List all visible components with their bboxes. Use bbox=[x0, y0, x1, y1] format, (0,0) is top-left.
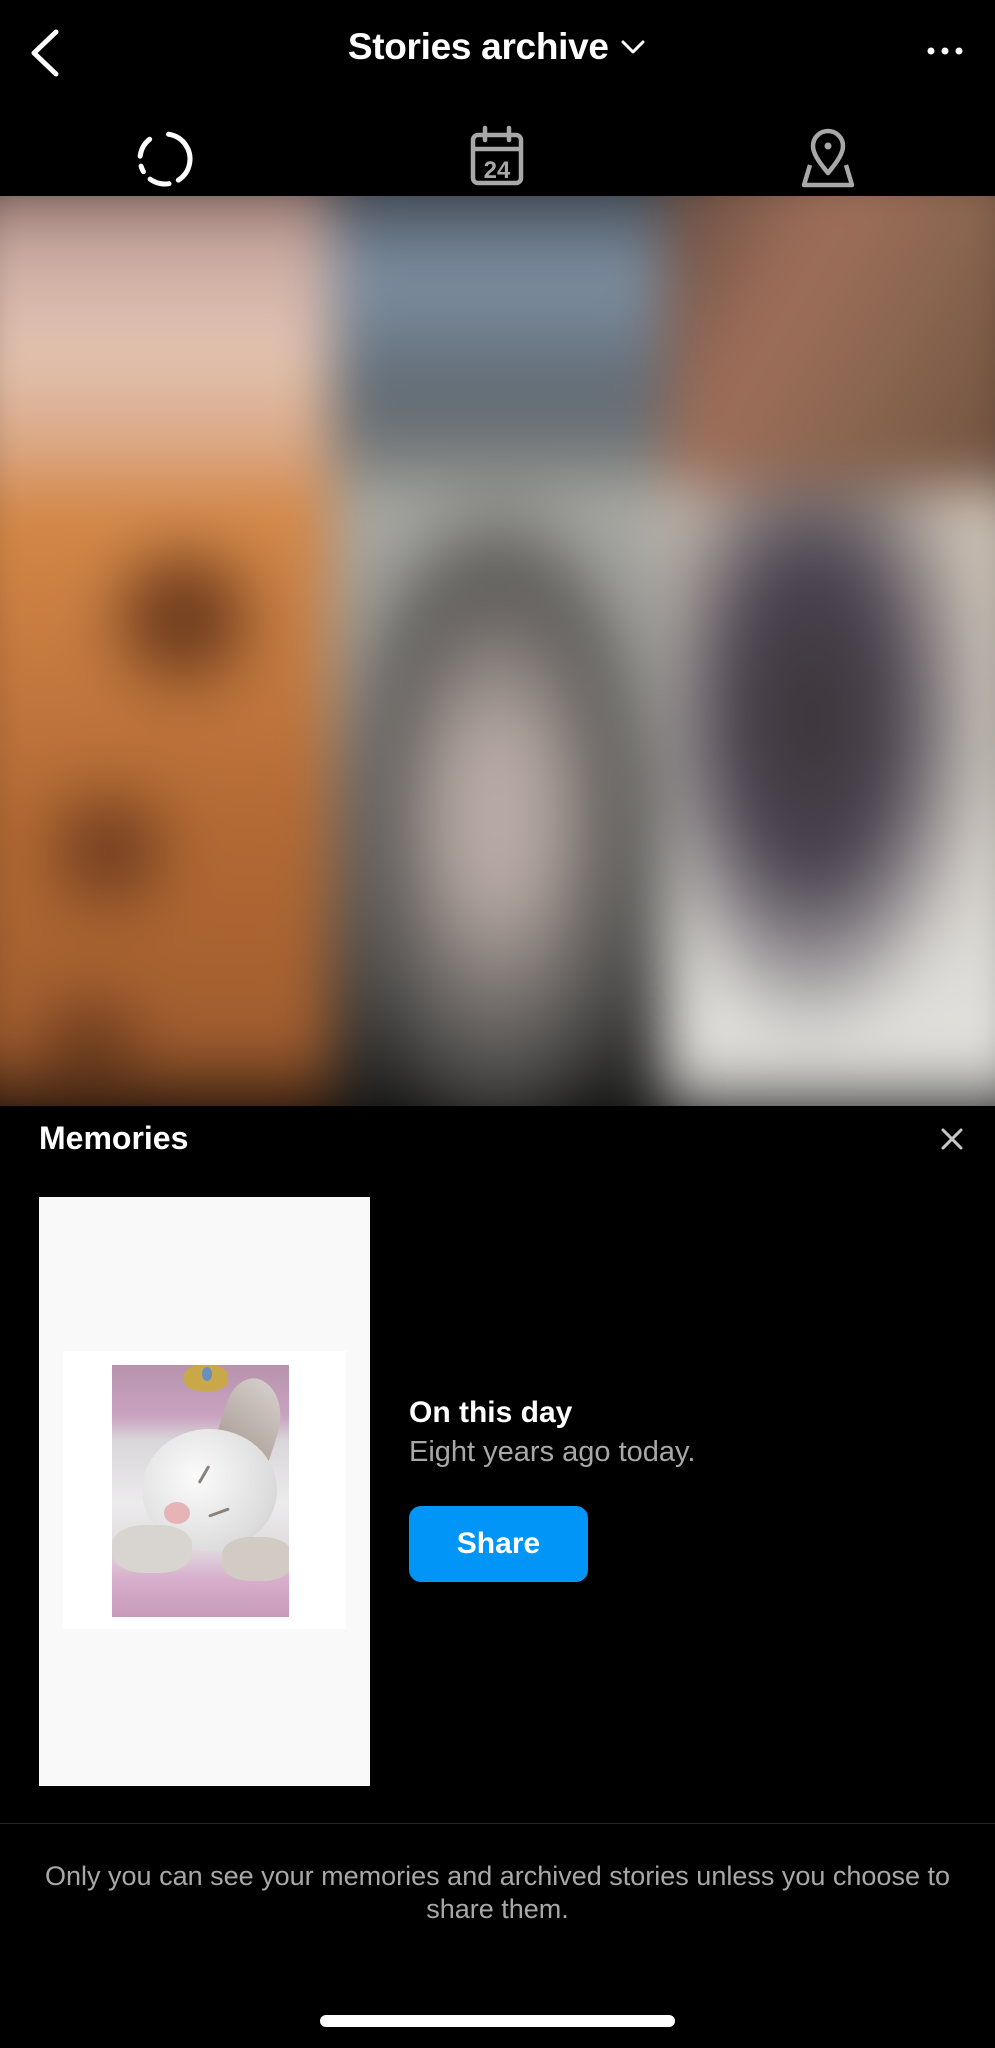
section-divider bbox=[0, 1823, 995, 1824]
memory-photo-frame bbox=[63, 1351, 346, 1629]
memory-subtitle: Eight years ago today. bbox=[409, 1436, 696, 1468]
memory-story-preview[interactable] bbox=[39, 1197, 370, 1786]
dashed-circle-icon bbox=[137, 131, 193, 187]
memory-photo-sleeping-cat bbox=[112, 1365, 289, 1617]
tab-calendar[interactable]: 24 bbox=[462, 125, 532, 189]
memories-section: Memories On this day Eight years ago tod… bbox=[0, 1106, 995, 1826]
calendar-day-label: 24 bbox=[484, 157, 511, 184]
archived-story-thumbnail[interactable] bbox=[664, 196, 995, 486]
dismiss-memories-button[interactable] bbox=[937, 1124, 967, 1154]
close-icon bbox=[941, 1128, 963, 1150]
archived-story-thumbnail[interactable] bbox=[0, 486, 332, 1106]
top-nav-bar: Stories archive bbox=[0, 0, 995, 105]
memories-heading: Memories bbox=[39, 1120, 189, 1156]
archived-story-thumbnail[interactable] bbox=[0, 196, 332, 486]
chevron-down-icon bbox=[621, 40, 645, 54]
calendar-icon: 24 bbox=[470, 125, 524, 186]
archived-stories-grid bbox=[0, 196, 995, 1106]
archived-story-thumbnail[interactable] bbox=[332, 196, 664, 486]
archive-tabs: 24 bbox=[0, 125, 995, 197]
tab-map[interactable] bbox=[793, 125, 863, 189]
tab-stories[interactable] bbox=[130, 125, 200, 189]
home-indicator[interactable] bbox=[320, 2015, 675, 2027]
more-options-button[interactable] bbox=[915, 36, 975, 66]
archived-story-thumbnail[interactable] bbox=[664, 486, 995, 1106]
privacy-note: Only you can see your memories and archi… bbox=[45, 1861, 950, 1924]
archived-story-thumbnail[interactable] bbox=[332, 486, 664, 1106]
share-memory-button[interactable]: Share bbox=[409, 1506, 588, 1582]
memory-title: On this day bbox=[409, 1396, 573, 1429]
map-pin-icon bbox=[801, 128, 855, 188]
archive-type-dropdown[interactable]: Stories archive bbox=[0, 26, 995, 68]
page-title: Stories archive bbox=[347, 26, 609, 67]
more-horizontal-icon bbox=[927, 47, 963, 55]
